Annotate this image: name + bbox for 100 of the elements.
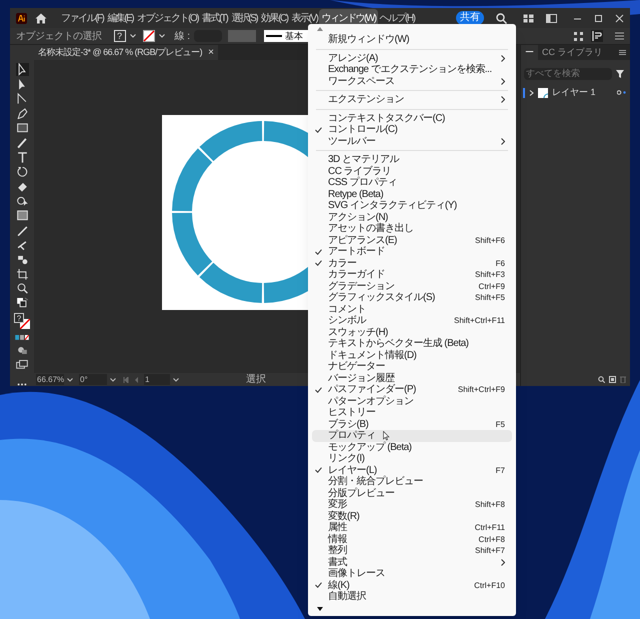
menu-item[interactable]: パターンオプション — [312, 396, 512, 407]
menu-item[interactable]: エクステンション — [312, 94, 512, 106]
more-tools-icon[interactable] — [17, 383, 27, 386]
fill-swatch[interactable]: ? — [14, 313, 24, 324]
fill-swatch[interactable]: ? — [114, 30, 126, 42]
shape-builder-icon[interactable] — [16, 194, 28, 208]
panel-menu-icon[interactable] — [619, 50, 626, 55]
menu-item[interactable]: ツールバー — [312, 136, 512, 147]
menu-item[interactable]: シンボル Shift+Ctrl+F11 — [312, 315, 512, 326]
close-icon[interactable] — [615, 14, 624, 22]
draw-mode-icon[interactable] — [17, 346, 27, 354]
share-button[interactable]: 共有 — [456, 11, 484, 25]
zoom-field[interactable]: 66.67% — [36, 374, 64, 385]
chevron-down-icon[interactable] — [130, 34, 136, 38]
artboard-field[interactable]: 1 — [144, 374, 170, 385]
menu-item[interactable]: 新規ウィンドウ(W) — [312, 34, 512, 46]
search-icon[interactable] — [598, 376, 605, 382]
menu-item[interactable]: アレンジ(A) — [312, 52, 512, 64]
panel-tab[interactable]: CC ライブラリ — [538, 45, 606, 60]
menu-item[interactable]: グラフィックスタイル(S) Shift+F5 — [312, 292, 512, 304]
menu-item[interactable]: バージョン履歴 — [312, 372, 512, 384]
menu-bar-item[interactable]: 選択(S) — [229, 9, 260, 27]
rotation-field[interactable]: 0° — [79, 374, 107, 385]
menu-item[interactable]: Retype (Beta) — [312, 188, 512, 200]
menu-bar-item[interactable]: オブジェクト(O) — [135, 9, 200, 27]
stroke-swatch-icon[interactable] — [142, 30, 154, 42]
menu-item[interactable]: 分割・統合プレビュー — [312, 476, 512, 488]
menu-item[interactable]: Exchange でエクステンションを検索... — [312, 64, 512, 76]
filter-icon[interactable] — [616, 70, 624, 78]
menu-item[interactable]: 属性 Ctrl+F11 — [312, 522, 512, 534]
menu-item[interactable]: グラデーション Ctrl+F9 — [312, 280, 512, 292]
selection-arrow-icon[interactable] — [16, 63, 28, 76]
menu-item[interactable]: コメント — [312, 304, 512, 315]
new-layer-icon[interactable] — [609, 376, 616, 382]
menu-item[interactable]: カラーガイド Shift+F3 — [312, 269, 512, 280]
menu-item[interactable]: パスファインダー(P) Shift+Ctrl+F9 — [312, 384, 512, 396]
search-icon[interactable] — [496, 12, 507, 24]
rectangle-icon[interactable] — [16, 121, 28, 134]
menu-item[interactable]: アクション(N) — [312, 212, 512, 223]
menu-bar-item[interactable]: ヘルプ(H) — [378, 9, 416, 27]
menu-item[interactable]: コントロール(C) — [312, 124, 512, 136]
target-icon[interactable] — [617, 90, 626, 95]
menu-item[interactable]: CC ライブラリ — [312, 166, 512, 177]
color-modes-icon[interactable] — [15, 334, 29, 340]
grid-icon[interactable] — [574, 32, 583, 40]
menu-item[interactable]: ワークスペース — [312, 76, 512, 87]
menu-item[interactable]: レイヤー(L) F7 — [312, 464, 512, 476]
menu-item[interactable]: ドキュメント情報(D) — [312, 350, 512, 361]
chevron-down-icon[interactable] — [110, 378, 116, 382]
menu-item[interactable]: 分版プレビュー — [312, 488, 512, 499]
menu-item[interactable]: 書式 — [312, 556, 512, 568]
layout-icon[interactable] — [523, 14, 534, 22]
scroll-down-icon[interactable] — [317, 607, 323, 611]
menu-item[interactable]: カラー F6 — [312, 258, 512, 269]
menu-item[interactable]: 変形 Shift+F8 — [312, 499, 512, 510]
menu-item[interactable]: アピアランス(E) Shift+F6 — [312, 234, 512, 246]
type-tool-icon[interactable] — [16, 150, 28, 164]
document-tab[interactable]: 名称未設定-3* @ 66.67 % (RGB/プレビュー) × — [34, 45, 218, 60]
menu-item[interactable]: 整列 Shift+F7 — [312, 545, 512, 556]
menu-item[interactable]: モックアップ (Beta) — [312, 442, 512, 453]
home-icon[interactable] — [35, 12, 47, 24]
menu-item[interactable]: ブラシ(B) F5 — [312, 418, 512, 430]
menu-item[interactable]: プロパティ — [312, 430, 512, 442]
chevron-down-icon[interactable] — [158, 34, 164, 38]
menu-item[interactable]: 自動選択 — [312, 591, 512, 602]
menu-item[interactable]: 画像トレース — [312, 568, 512, 580]
pen-icon[interactable] — [16, 106, 28, 120]
menu-item[interactable]: アートボード — [312, 246, 512, 258]
menu-item[interactable]: SVG インタラクティビティ(Y) — [312, 200, 512, 212]
zoom-icon[interactable] — [16, 282, 28, 295]
chevron-icon[interactable] — [529, 90, 534, 96]
chevron-down-icon[interactable] — [173, 378, 179, 382]
menu-item[interactable]: 3D とマテリアル — [312, 154, 512, 166]
screen-mode-icon[interactable] — [16, 360, 28, 370]
panel-layout-icon[interactable] — [546, 14, 557, 22]
rotate-icon[interactable] — [16, 165, 28, 178]
menu-item[interactable]: 変数(R) — [312, 510, 512, 522]
layer-name[interactable]: レイヤー 1 — [552, 86, 596, 100]
menu-bar-item[interactable]: 効果(C) — [259, 9, 290, 27]
menu-item[interactable]: アセットの書き出し — [312, 223, 512, 234]
list-icon[interactable] — [615, 32, 624, 40]
menu-item[interactable]: 情報 Ctrl+F8 — [312, 534, 512, 545]
menu-bar-item[interactable]: ファイル(F) — [59, 9, 106, 27]
menu-item[interactable]: ナビゲーター — [312, 361, 512, 372]
menu-item[interactable]: リンク(I) — [312, 453, 512, 464]
menu-item[interactable]: 線(K) Ctrl+F10 — [312, 580, 512, 591]
menu-item[interactable]: ヒストリー — [312, 407, 512, 418]
gradient-icon[interactable] — [16, 209, 28, 222]
menu-bar-item[interactable]: 編集(E) — [105, 9, 136, 27]
menu-item[interactable]: CSS プロパティ — [312, 177, 512, 188]
menu-item[interactable]: スウォッチ(H) — [312, 326, 512, 338]
menu-bar-item[interactable]: 表示(V) — [290, 9, 320, 27]
chevron-down-icon[interactable] — [67, 378, 73, 382]
menu-item[interactable]: コンテキストタスクバー(C) — [312, 112, 512, 124]
curvature-icon[interactable] — [16, 92, 28, 105]
close-tab-button[interactable]: × — [208, 45, 214, 60]
align-icon[interactable] — [591, 30, 603, 42]
maximize-icon[interactable] — [594, 14, 603, 22]
search-field[interactable]: すべてを検索 — [524, 68, 612, 80]
menu-bar-item[interactable]: 書式(T) — [200, 9, 230, 27]
